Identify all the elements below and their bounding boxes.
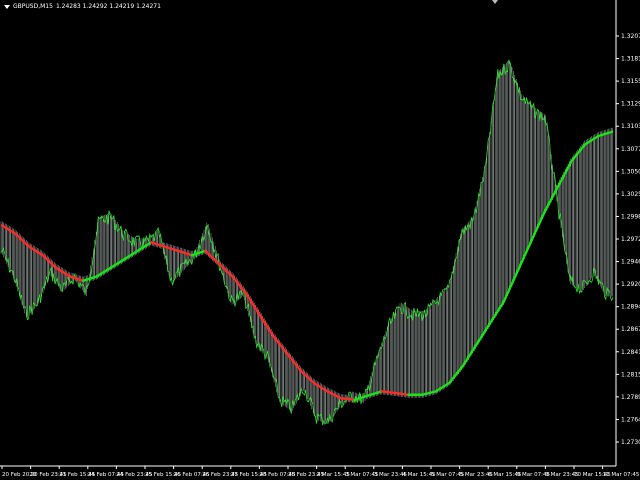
price-tick: 1.27640: [616, 416, 640, 423]
svg-text:11 Mar 07:45: 11 Mar 07:45: [603, 472, 640, 478]
ma-segment-down: [299, 368, 315, 385]
price-tick: 1.31290: [616, 101, 640, 108]
price-tick: 1.28940: [616, 304, 640, 311]
svg-text:1.30505: 1.30505: [621, 168, 640, 175]
price-tick: 1.29985: [616, 213, 640, 220]
price-tick: 1.28155: [616, 371, 640, 378]
price-tick: 1.31555: [616, 78, 640, 85]
envelope-mesh: [0, 59, 614, 424]
svg-text:1.29725: 1.29725: [621, 236, 640, 243]
price-tick: 1.32075: [616, 33, 640, 40]
price-tick: 1.31815: [616, 56, 640, 63]
price-tick: 1.30505: [616, 168, 640, 175]
price-tick: 1.29200: [616, 281, 640, 288]
svg-text:1.31555: 1.31555: [621, 78, 640, 85]
price-axis-scale[interactable]: 1.32075 1.31815 1.31555 1.31290 1.31030 1.307…: [616, 33, 640, 446]
svg-text:1.28155: 1.28155: [621, 371, 640, 378]
price-tick: 1.30250: [616, 191, 640, 198]
price-series-line: [0, 59, 614, 426]
price-tick: 1.29725: [616, 236, 640, 243]
svg-text:1.30770: 1.30770: [621, 146, 640, 153]
ma-segment-up: [570, 143, 587, 163]
svg-text:1.27305: 1.27305: [621, 439, 640, 446]
svg-text:1.31290: 1.31290: [621, 101, 640, 108]
symbol-timeframe: GBPUSD,M15: [13, 3, 53, 10]
price-tick: 1.27895: [616, 394, 640, 401]
svg-text:1.31030: 1.31030: [621, 123, 640, 130]
svg-text:1.30250: 1.30250: [621, 191, 640, 198]
price-tick: 1.30770: [616, 146, 640, 153]
svg-text:1.29985: 1.29985: [621, 213, 640, 220]
svg-text:1.29460: 1.29460: [621, 259, 640, 266]
ma-segment-up: [461, 343, 478, 368]
ma-segment-down: [339, 396, 356, 402]
svg-text:1.27895: 1.27895: [621, 394, 640, 401]
ohlc-values: 1.24283 1.24292 1.24219 1.24271: [55, 3, 161, 10]
time-tick: 11 Mar 07:45: [602, 466, 640, 478]
svg-text:1.31815: 1.31815: [621, 56, 640, 63]
svg-text:1.29200: 1.29200: [621, 281, 640, 288]
price-line: [0, 59, 614, 426]
price-chart[interactable]: 1.32075 1.31815 1.31555 1.31290 1.31030 1.307…: [0, 0, 640, 480]
price-tick: 1.28675: [616, 326, 640, 333]
time-axis-scale[interactable]: 20 Feb 202020 Feb 23:4521 Feb 15:4524 Fe…: [1, 466, 640, 478]
chart-title-bar: GBPUSD,M15 1.24283 1.24292 1.24219 1.242…: [4, 3, 161, 10]
price-tick: 1.29460: [616, 259, 640, 266]
price-tick: 1.31030: [616, 123, 640, 130]
price-tick: 1.28415: [616, 349, 640, 356]
svg-text:1.27640: 1.27640: [621, 416, 640, 423]
ma-segment-down: [380, 390, 397, 395]
chart-axes: [0, 0, 617, 467]
chart-shift-marker-icon[interactable]: [492, 0, 498, 4]
triangle-down-icon[interactable]: [4, 4, 10, 9]
ma-segment-down: [41, 253, 58, 270]
svg-text:1.28675: 1.28675: [621, 326, 640, 333]
price-tick: 1.27305: [616, 439, 640, 446]
ma-segment-down: [393, 391, 410, 396]
svg-text:1.28940: 1.28940: [621, 304, 640, 311]
chart-window[interactable]: 1.32075 1.31815 1.31555 1.31290 1.31030 1.307…: [0, 0, 640, 480]
svg-text:1.28415: 1.28415: [621, 349, 640, 356]
svg-text:1.32075: 1.32075: [621, 33, 640, 40]
